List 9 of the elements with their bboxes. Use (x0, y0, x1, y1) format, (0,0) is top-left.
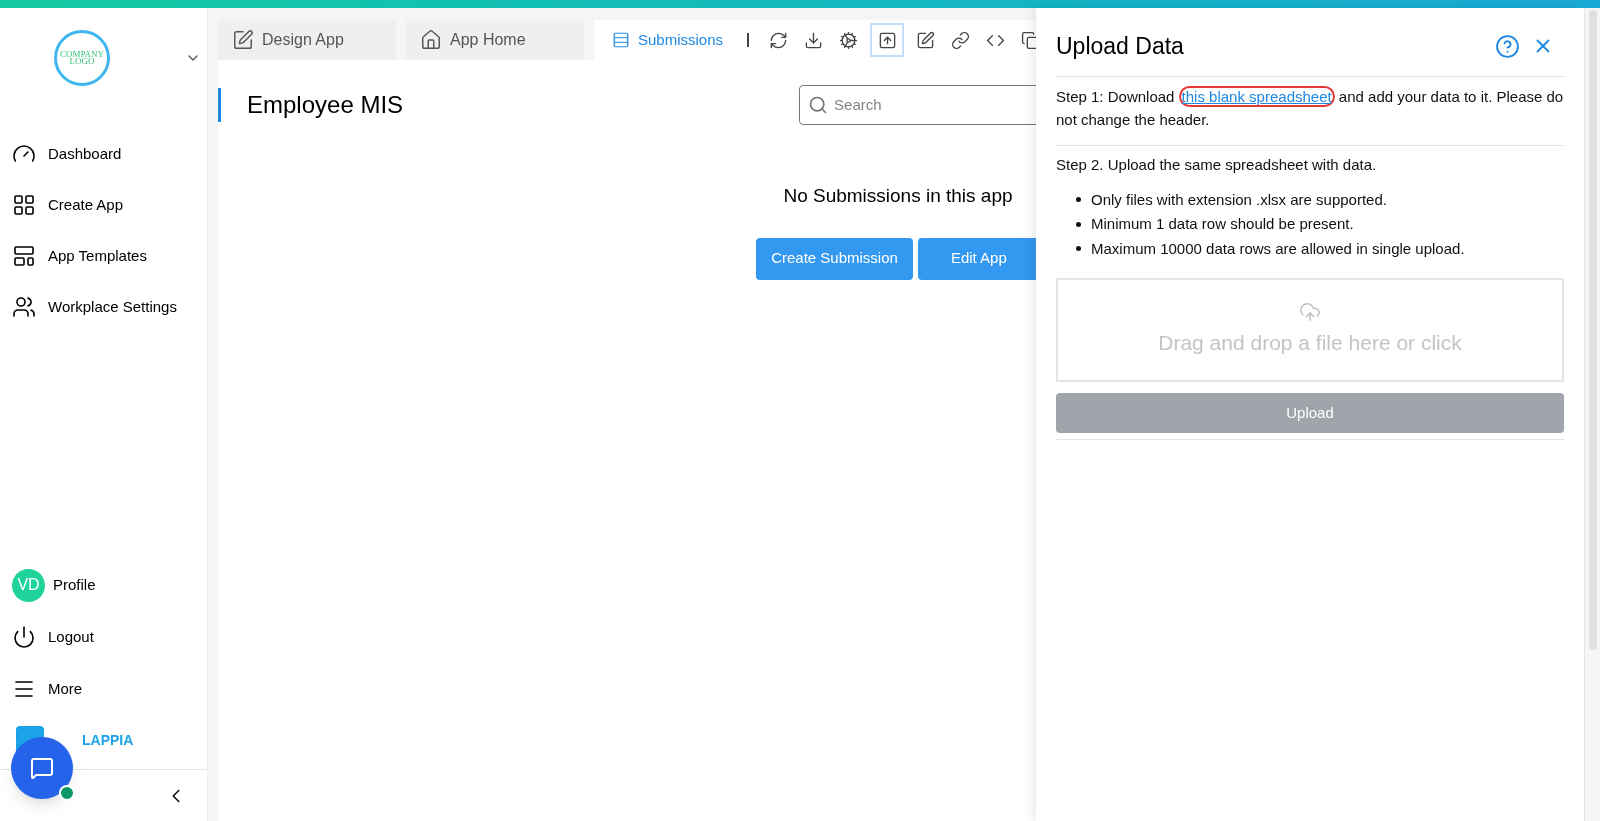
rule-text: Minimum 1 data row should be present. (1091, 214, 1354, 234)
empty-message: No Submissions in this app (783, 184, 1013, 208)
avatar: VD (12, 568, 45, 602)
brand-name: LAPPIA (82, 730, 134, 750)
rule-text: Maximum 10000 data rows are allowed in single upload. (1091, 238, 1465, 259)
drawer-title: Upload Data (1056, 31, 1184, 61)
step-two-text: Step 2. Upload the same spreadsheet with data. (1056, 155, 1378, 175)
rule-text: Only files with extension .xlsx are supported. (1091, 189, 1387, 210)
page-title: Employee MIS (247, 89, 404, 120)
